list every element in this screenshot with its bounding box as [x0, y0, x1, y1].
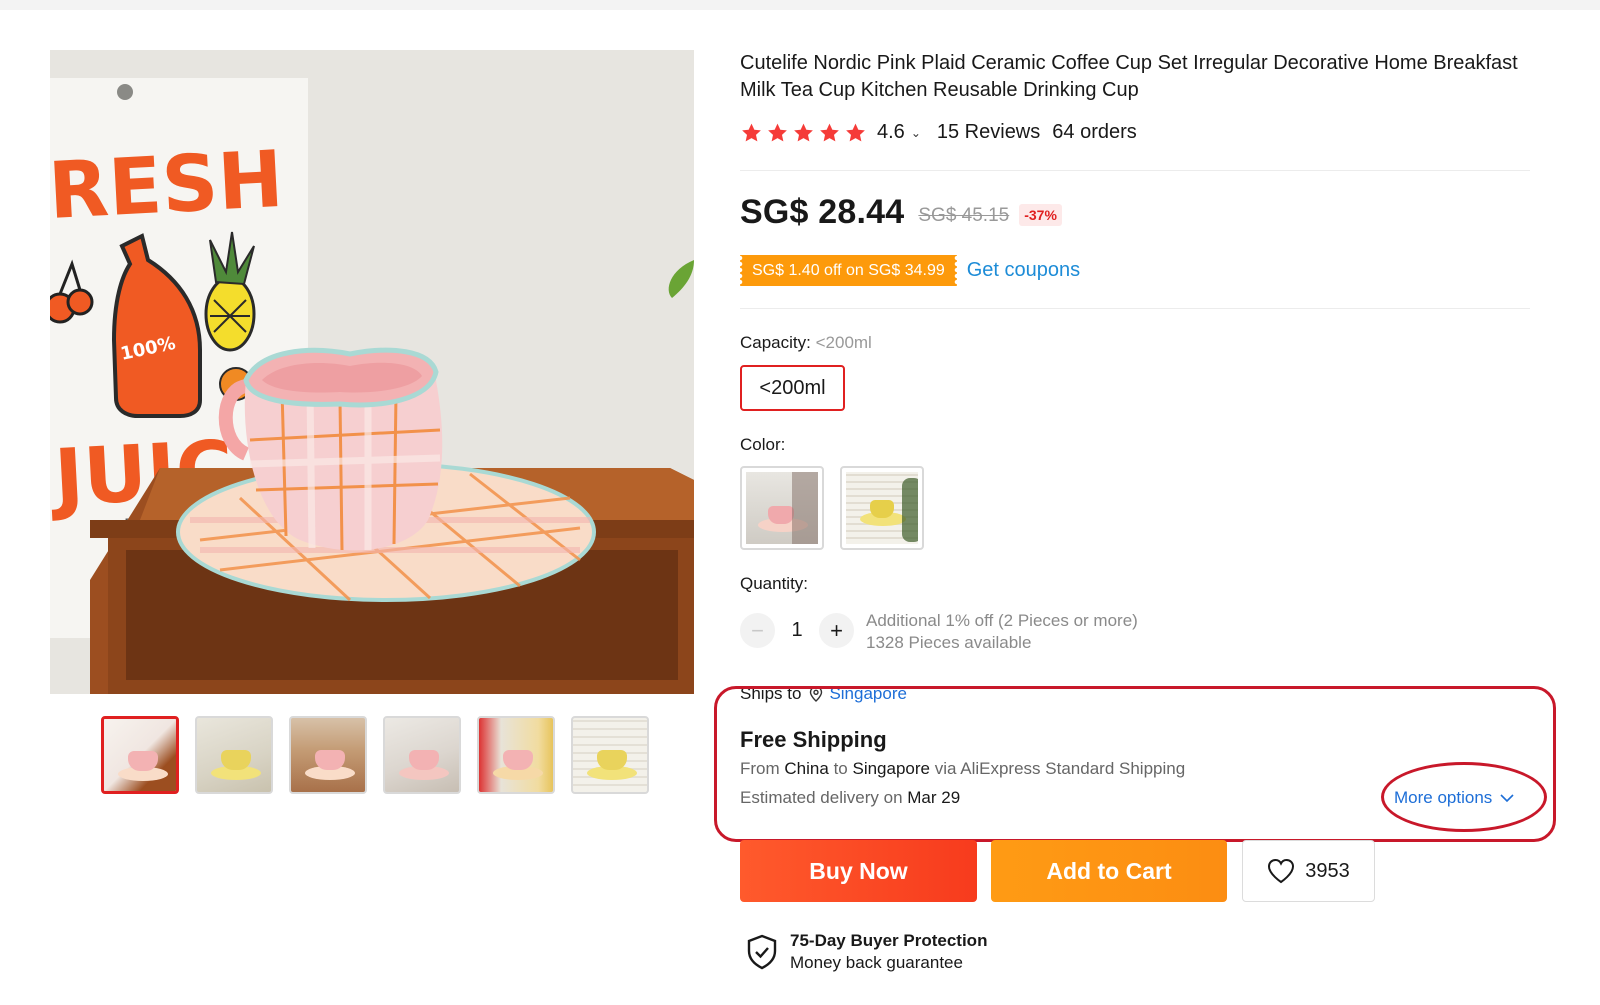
buyer-protection: 75-Day Buyer Protection Money back guara… [746, 930, 987, 974]
coupon-row: SG$ 1.40 off on SG$ 34.99 Get coupons [740, 255, 1080, 286]
star-icon [820, 123, 839, 141]
chevron-down-icon[interactable]: ⌄ [911, 126, 921, 140]
buy-now-button[interactable]: Buy Now [740, 840, 977, 902]
divider [740, 170, 1530, 171]
coupon-tag[interactable]: SG$ 1.40 off on SG$ 34.99 [740, 255, 957, 286]
quantity-increase-button[interactable]: + [819, 613, 854, 648]
capacity-label-text: Capacity: [740, 333, 811, 352]
product-photo: RESH 100% JUIC B [50, 50, 694, 694]
quantity-discount-note: Additional 1% off (2 Pieces or more) [866, 611, 1138, 630]
thumbnail-strip [101, 716, 649, 794]
current-price: SG$ 28.44 [740, 193, 905, 231]
get-coupons-link[interactable]: Get coupons [967, 259, 1080, 282]
discount-badge: -37% [1019, 203, 1062, 226]
star-icon [768, 123, 787, 141]
star-icon [846, 123, 865, 141]
quantity-stepper: − 1 + [740, 613, 854, 648]
thumbnail-1[interactable] [101, 716, 179, 794]
thumbnail-2[interactable] [195, 716, 273, 794]
wishlist-button[interactable]: 3953 [1242, 840, 1375, 902]
capacity-label: Capacity: <200ml [740, 333, 872, 353]
thumbnail-4[interactable] [383, 716, 461, 794]
divider [740, 308, 1530, 309]
protection-subtitle: Money back guarantee [790, 953, 963, 972]
annotation-oval [1381, 762, 1547, 832]
reviews-link[interactable]: 15 Reviews [937, 121, 1040, 144]
capacity-selected-text: <200ml [815, 333, 872, 352]
shield-check-icon [747, 934, 777, 970]
heart-icon [1268, 858, 1295, 884]
main-product-image[interactable]: RESH 100% JUIC B [50, 50, 694, 694]
thumbnail-6[interactable] [571, 716, 649, 794]
capacity-option-200ml[interactable]: <200ml [740, 365, 845, 411]
star-icon [794, 123, 813, 141]
quantity-label: Quantity: [740, 574, 809, 593]
pieces-available: 1328 Pieces available [866, 633, 1032, 652]
color-option-pink[interactable] [740, 466, 824, 550]
price-row: SG$ 28.44 SG$ 45.15 -37% [740, 193, 1062, 232]
poster-text-top: RESH [50, 135, 285, 237]
thumbnail-3[interactable] [289, 716, 367, 794]
star-icon [742, 123, 761, 141]
original-price: SG$ 45.15 [918, 204, 1010, 226]
color-label: Color: [740, 435, 786, 454]
rating-stars [740, 122, 867, 144]
protection-title: 75-Day Buyer Protection [790, 931, 988, 950]
rating-value[interactable]: 4.6 [877, 121, 905, 144]
orders-count: 64 orders [1052, 121, 1137, 143]
wishlist-count: 3953 [1305, 859, 1350, 882]
thumbnail-5[interactable] [477, 716, 555, 794]
top-bar [0, 0, 1600, 10]
quantity-input[interactable]: 1 [775, 619, 819, 642]
quantity-decrease-button[interactable]: − [740, 613, 775, 648]
product-title: Cutelife Nordic Pink Plaid Ceramic Coffe… [740, 52, 1518, 101]
rating-row: 4.6 ⌄ 15 Reviews 64 orders [740, 121, 1137, 144]
color-option-yellow[interactable] [840, 466, 924, 550]
quantity-info: Additional 1% off (2 Pieces or more) 132… [866, 610, 1138, 654]
add-to-cart-button[interactable]: Add to Cart [991, 840, 1227, 902]
